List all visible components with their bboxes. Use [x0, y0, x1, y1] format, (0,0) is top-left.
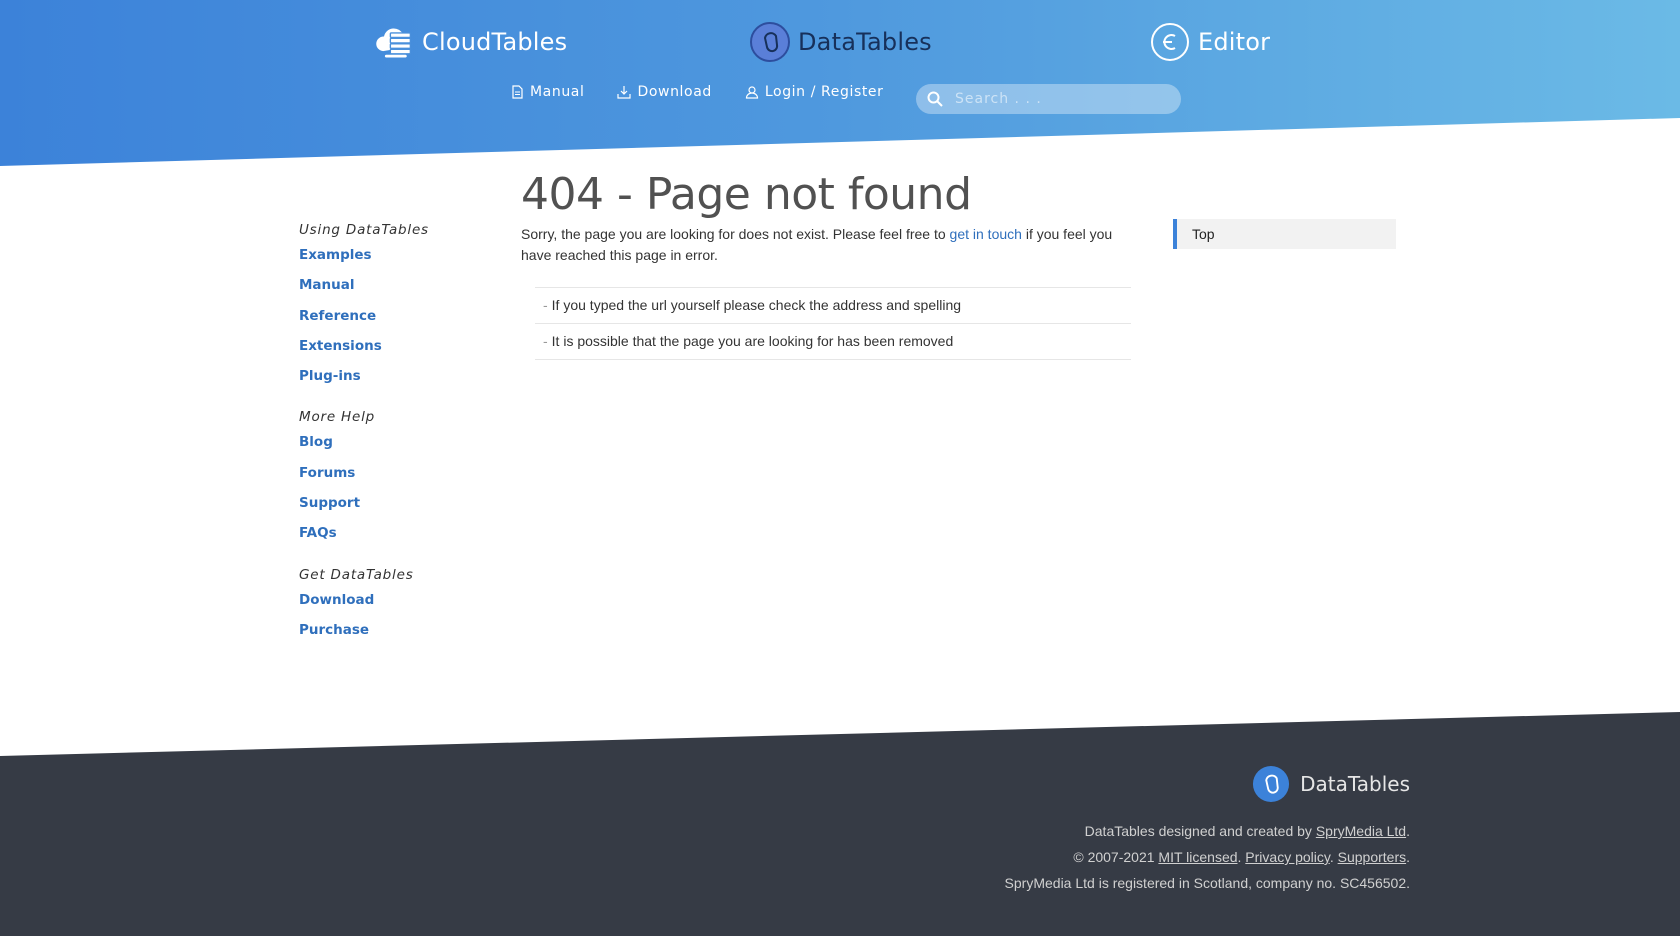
page-title: 404 - Page not found	[521, 169, 972, 220]
datatables-logo-icon	[1253, 765, 1290, 803]
sidebar-link-examples[interactable]: Examples	[299, 240, 489, 270]
sidebar-heading: More Help	[299, 409, 376, 426]
search-box[interactable]	[916, 84, 1181, 114]
footer-text: DataTables designed and created by SpryM…	[1005, 818, 1410, 896]
sidebar-link-download[interactable]: Download	[299, 585, 489, 615]
document-icon	[512, 85, 523, 99]
search-input[interactable]	[953, 90, 1157, 108]
bullet: -	[543, 297, 548, 313]
user-icon	[745, 86, 758, 99]
brand-cloudtables[interactable]: CloudTables	[374, 22, 567, 62]
datatables-logo-icon	[750, 22, 790, 62]
footer-line-credit: DataTables designed and created by SpryM…	[1005, 818, 1410, 844]
sidebar-heading: Get DataTables	[299, 566, 414, 583]
brand-datatables[interactable]: DataTables	[750, 22, 932, 62]
brand-datatables-label: DataTables	[798, 28, 932, 56]
copyright-text: © 2007-2021	[1073, 849, 1159, 865]
footer-period: .	[1406, 849, 1410, 865]
bullet: -	[543, 333, 548, 349]
tip-text: It is possible that the page you are loo…	[551, 333, 954, 349]
sidebar: Using DataTables Examples Manual Referen…	[299, 220, 489, 661]
sidebar-link-manual[interactable]: Manual	[299, 270, 489, 300]
footer-brand[interactable]: DataTables	[1252, 765, 1410, 803]
tips-list: - If you typed the url yourself please ch…	[535, 287, 1131, 360]
nav-manual-label: Manual	[530, 84, 585, 100]
brand-editor[interactable]: Editor	[1150, 22, 1270, 62]
sidebar-link-faqs[interactable]: FAQs	[299, 518, 489, 548]
sidebar-group-using: Using DataTables Examples Manual Referen…	[299, 220, 489, 391]
error-message: Sorry, the page you are looking for does…	[521, 224, 1131, 266]
error-message-text: Sorry, the page you are looking for does…	[521, 226, 950, 242]
editor-logo-icon	[1150, 22, 1190, 62]
mit-license-link[interactable]: MIT licensed	[1158, 849, 1237, 865]
sidebar-link-blog[interactable]: Blog	[299, 427, 489, 457]
nav-login-label: Login / Register	[764, 84, 884, 100]
download-icon	[617, 86, 632, 99]
sidebar-link-extensions[interactable]: Extensions	[299, 331, 489, 361]
sidebar-heading: Using DataTables	[299, 222, 429, 238]
sidebar-link-support[interactable]: Support	[299, 488, 489, 518]
footer-separator: .	[1329, 849, 1338, 865]
sidebar-link-purchase[interactable]: Purchase	[299, 615, 489, 645]
nav-manual[interactable]: Manual	[510, 84, 584, 100]
footer-line-license: © 2007-2021 MIT licensed. Privacy policy…	[1005, 844, 1410, 870]
sidebar-group-more-help: More Help Blog Forums Support FAQs	[299, 407, 489, 548]
list-item: - If you typed the url yourself please ch…	[535, 288, 1131, 324]
sidebar-link-plug-ins[interactable]: Plug-ins	[299, 361, 489, 391]
nav-login-register[interactable]: Login / Register	[745, 84, 884, 100]
brand-editor-label: Editor	[1198, 28, 1271, 56]
site-footer	[0, 712, 1680, 936]
tip-text: If you typed the url yourself please che…	[551, 297, 962, 313]
privacy-policy-link[interactable]: Privacy policy	[1245, 849, 1330, 865]
nav-download[interactable]: Download	[617, 84, 711, 100]
footer-credit-text: DataTables designed and created by	[1084, 823, 1316, 839]
footer-period: .	[1406, 823, 1410, 839]
get-in-touch-link[interactable]: get in touch	[950, 226, 1022, 242]
brand-cloudtables-label: CloudTables	[422, 28, 568, 56]
search-icon	[927, 91, 943, 107]
sidebar-group-get-datatables: Get DataTables Download Purchase	[299, 565, 489, 646]
toc-link-top[interactable]: Top	[1173, 219, 1396, 249]
sprymedia-link[interactable]: SpryMedia Ltd	[1316, 823, 1406, 839]
top-nav: Manual Download Login / Register	[510, 84, 917, 100]
sidebar-link-reference[interactable]: Reference	[299, 301, 489, 331]
sidebar-link-forums[interactable]: Forums	[299, 458, 489, 488]
nav-download-label: Download	[637, 84, 712, 100]
supporters-link[interactable]: Supporters	[1338, 849, 1406, 865]
footer-brand-label: DataTables	[1300, 772, 1410, 796]
main-content: 404 - Page not found Sorry, the page you…	[521, 168, 1131, 360]
footer-line-registration: SpryMedia Ltd is registered in Scotland,…	[1004, 875, 1410, 891]
cloudtables-logo-icon	[374, 22, 414, 62]
list-item: - It is possible that the page you are lo…	[535, 324, 1131, 360]
